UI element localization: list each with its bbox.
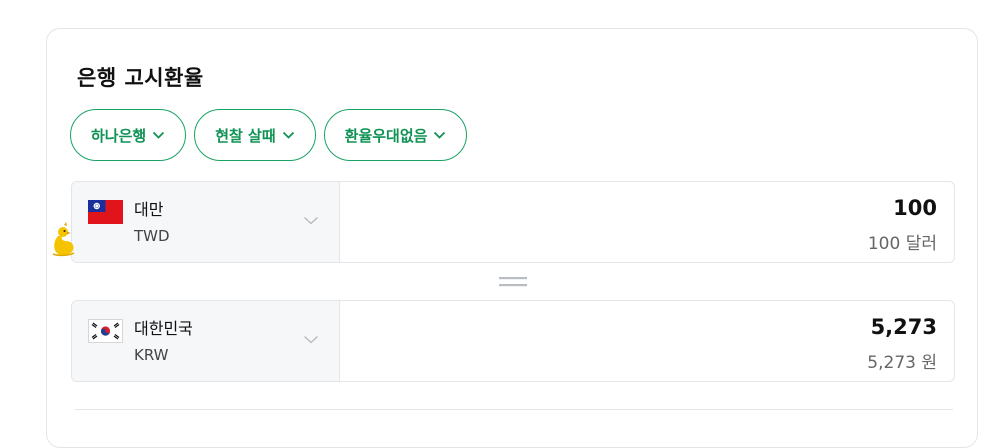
target-amount-input[interactable]: 5,273 5,273 원 (340, 301, 954, 381)
source-currency-row: 대만 TWD 100 100 달러 (71, 181, 955, 263)
transaction-type-filter-label: 현찰 살때 (215, 126, 276, 145)
widget-title: 은행 고시환율 (77, 66, 204, 90)
transaction-type-filter-chip[interactable]: 현찰 살때 (194, 109, 316, 161)
target-currency-name: 대한민국 (134, 319, 193, 338)
chevron-down-icon (304, 217, 318, 225)
source-amount-text: 100 달러 (867, 234, 937, 254)
target-currency-select[interactable]: 대한민국 KRW (72, 301, 340, 381)
south-korea-flag-icon (88, 319, 123, 343)
exchange-rate-card: 은행 고시환율 하나은행 현찰 살때 환율우대없음 대만 TWD 100 100… (46, 28, 978, 448)
preferential-rate-filter-label: 환율우대없음 (344, 126, 428, 145)
source-currency-name: 대만 (134, 200, 164, 219)
target-amount-text: 5,273 원 (867, 353, 937, 373)
duck-cursor-icon (52, 222, 75, 257)
target-amount-value: 5,273 (870, 315, 937, 339)
equals-icon (499, 277, 527, 287)
filter-chips: 하나은행 현찰 살때 환율우대없음 (70, 109, 468, 161)
preferential-rate-filter-chip[interactable]: 환율우대없음 (323, 109, 468, 161)
chevron-down-icon (304, 336, 318, 344)
source-amount-value: 100 (893, 196, 937, 220)
bank-filter-label: 하나은행 (91, 126, 147, 145)
source-amount-input[interactable]: 100 100 달러 (340, 182, 954, 262)
taiwan-flag-icon (88, 200, 123, 224)
target-currency-code: KRW (134, 346, 169, 364)
bank-filter-chip[interactable]: 하나은행 (70, 109, 187, 161)
divider (75, 409, 953, 410)
source-currency-select[interactable]: 대만 TWD (72, 182, 340, 262)
source-currency-code: TWD (134, 227, 170, 245)
chevron-down-icon (282, 131, 295, 140)
chevron-down-icon (152, 131, 165, 140)
chevron-down-icon (433, 131, 446, 140)
target-currency-row: 대한민국 KRW 5,273 5,273 원 (71, 300, 955, 382)
